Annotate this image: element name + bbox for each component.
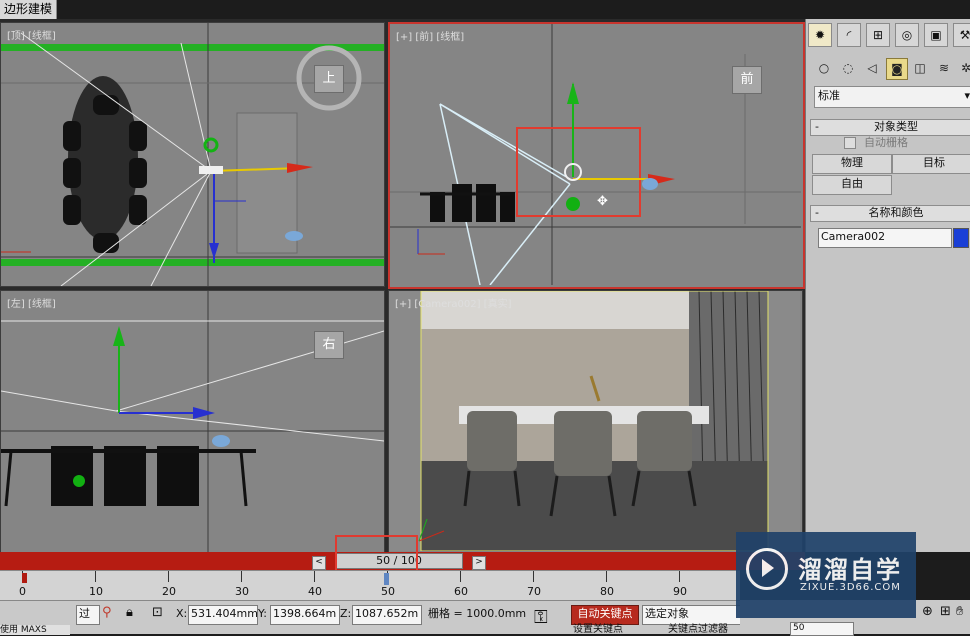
status-bar: 过 使用 MAXS ⚲ 🔒︎ ⊡ X: 531.404mm Y: 1398.66… bbox=[0, 600, 741, 635]
logo-url: ZIXUE.3D66.COM bbox=[800, 582, 901, 593]
y-coordinate-field[interactable]: 1398.664m bbox=[270, 605, 340, 625]
lock-icon[interactable]: 🔒︎ bbox=[126, 605, 133, 620]
ruler-number: 60 bbox=[454, 585, 468, 598]
pan-icon[interactable]: ✋︎ bbox=[956, 604, 963, 619]
ruler-number: 10 bbox=[89, 585, 103, 598]
time-next-button[interactable]: > bbox=[472, 556, 486, 570]
chevron-down-icon: ▾ bbox=[964, 89, 970, 102]
viewport-front[interactable]: [+] [前] [线框] 前 ✥ bbox=[388, 22, 805, 289]
spacewarps-icon[interactable]: ≋ bbox=[934, 58, 954, 78]
ruler-number: 30 bbox=[235, 585, 249, 598]
collapse-icon: - bbox=[815, 120, 819, 133]
isolate-icon[interactable]: ⚲ bbox=[102, 605, 112, 620]
zoom-icon[interactable]: ⊕ bbox=[922, 604, 933, 619]
object-name-field[interactable]: Camera002 bbox=[818, 228, 952, 248]
viewport-camera-label[interactable]: [+] [Camera002] [真实] bbox=[395, 295, 511, 310]
ruler-number: 0 bbox=[19, 585, 26, 598]
timeline-ruler[interactable]: 0 10 20 30 40 50 60 70 80 90 bbox=[0, 570, 740, 600]
viewport-area: [顶] [线框] 上 [+] [前] [线框] 前 ✥ [左] [线框] 右 [… bbox=[0, 19, 805, 554]
helpers-icon[interactable]: ◫ bbox=[910, 58, 930, 78]
display-tab-icon[interactable]: ▣ bbox=[924, 23, 948, 47]
ruler-number: 90 bbox=[673, 585, 687, 598]
selection-lock-field[interactable]: 过 bbox=[76, 605, 100, 625]
top-scene bbox=[1, 23, 384, 286]
viewport-left[interactable]: [左] [线框] 右 bbox=[0, 290, 385, 554]
create-tab-icon[interactable]: ✹ bbox=[808, 23, 832, 47]
play-icon bbox=[762, 559, 774, 577]
viewport-top-label[interactable]: [顶] [线框] bbox=[7, 27, 56, 42]
x-coordinate-field[interactable]: 531.404mm bbox=[188, 605, 258, 625]
camera-render bbox=[389, 291, 800, 551]
watermark-logo: 溜溜自学 ZIXUE.3D66.COM bbox=[736, 532, 916, 618]
autogrid-label: 自动栅格 bbox=[864, 136, 908, 149]
autokey-button[interactable]: 自动关键点 bbox=[571, 605, 639, 625]
viewport-nav-tools: ⊕ ⊞ ✋︎ bbox=[916, 600, 970, 634]
hierarchy-tab-icon[interactable]: ⊞ bbox=[866, 23, 890, 47]
z-coordinate-field[interactable]: 1087.652m bbox=[352, 605, 422, 625]
motion-tab-icon[interactable]: ◎ bbox=[895, 23, 919, 47]
ruler-number: 70 bbox=[527, 585, 541, 598]
current-frame-marker bbox=[384, 573, 389, 585]
ruler-number: 80 bbox=[600, 585, 614, 598]
modify-tab-icon[interactable]: ◜ bbox=[837, 23, 861, 47]
selected-objects-dropdown[interactable]: 选定对象 bbox=[642, 605, 741, 625]
front-scene bbox=[390, 24, 801, 285]
cameras-icon[interactable]: ◙ bbox=[886, 58, 908, 80]
name-color-title: 名称和颜色 bbox=[868, 206, 924, 219]
category-dropdown-value: 标准 bbox=[818, 89, 840, 102]
viewport-top[interactable]: [顶] [线框] 上 bbox=[0, 22, 385, 287]
shapes-icon[interactable]: ◌ bbox=[838, 58, 858, 78]
category-dropdown[interactable]: 标准 ▾ bbox=[814, 86, 970, 108]
collapse-icon: - bbox=[815, 206, 819, 219]
lights-icon[interactable]: ◁ bbox=[862, 58, 882, 78]
object-color-swatch[interactable] bbox=[953, 228, 969, 248]
x-label: X: bbox=[176, 607, 188, 620]
frame-marker bbox=[22, 573, 27, 583]
zoom-all-icon[interactable]: ⊞ bbox=[940, 604, 951, 619]
autogrid-checkbox[interactable] bbox=[844, 137, 856, 149]
ruler-number: 40 bbox=[308, 585, 322, 598]
viewcube-left[interactable]: 右 bbox=[314, 331, 344, 359]
command-panel: ✹ ◜ ⊞ ◎ ▣ ⚒ ○ ◌ ◁ ◙ ◫ ≋ ✲ 标准 ▾ - 对象类型 自动… bbox=[805, 19, 970, 552]
viewport-camera[interactable]: [+] [Camera002] [真实] bbox=[388, 290, 803, 554]
absolute-mode-icon[interactable]: ⊡ bbox=[152, 605, 163, 620]
systems-icon[interactable]: ✲ bbox=[956, 58, 970, 78]
object-type-title: 对象类型 bbox=[874, 120, 918, 133]
utilities-tab-icon[interactable]: ⚒ bbox=[953, 23, 970, 47]
grid-size-label: 栅格 = 1000.0mm bbox=[428, 607, 527, 620]
free-button[interactable]: 自由 bbox=[812, 175, 892, 195]
physical-button[interactable]: 物理 bbox=[812, 154, 892, 174]
logo-name: 溜溜自学 bbox=[798, 556, 902, 584]
z-label: Z: bbox=[340, 607, 352, 620]
target-button[interactable]: 目标 bbox=[892, 154, 970, 174]
geometry-icon[interactable]: ○ bbox=[814, 58, 834, 78]
y-label: Y: bbox=[258, 607, 267, 620]
app-title: 边形建模 bbox=[0, 0, 58, 19]
ruler-number: 50 bbox=[381, 585, 395, 598]
time-prev-button[interactable]: < bbox=[312, 556, 326, 570]
viewport-left-label[interactable]: [左] [线框] bbox=[7, 295, 56, 310]
viewport-front-label[interactable]: [+] [前] [线框] bbox=[396, 28, 464, 43]
name-color-rollout[interactable]: - 名称和颜色 bbox=[810, 205, 970, 222]
move-cursor-icon: ✥ bbox=[597, 194, 608, 209]
key-icon[interactable]: ⚿ bbox=[534, 607, 548, 628]
ruler-number: 20 bbox=[162, 585, 176, 598]
viewcube-front[interactable]: 前 bbox=[732, 66, 762, 94]
viewcube-top[interactable]: 上 bbox=[314, 65, 344, 93]
